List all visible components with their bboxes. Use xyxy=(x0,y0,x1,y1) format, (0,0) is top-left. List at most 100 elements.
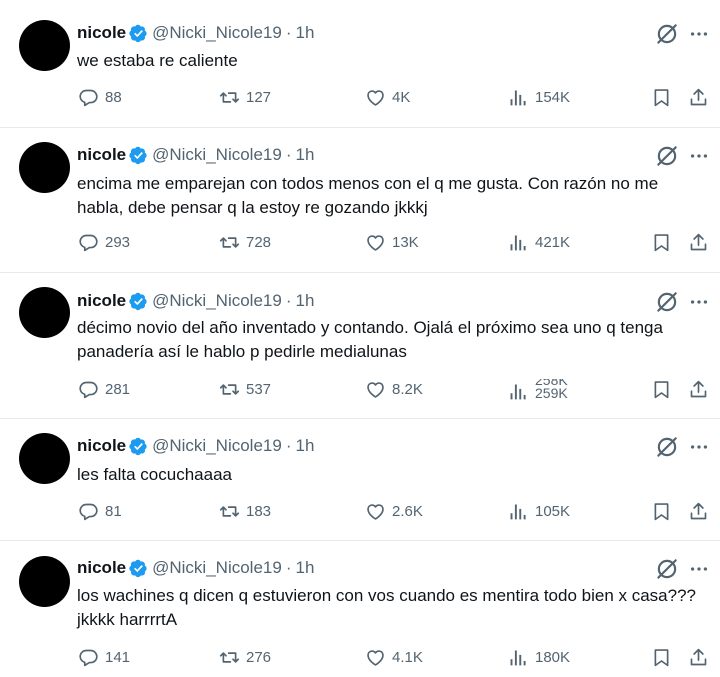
grok-icon[interactable] xyxy=(654,556,680,582)
author-name[interactable]: nicole xyxy=(77,558,126,578)
retweet-button[interactable]: 127 xyxy=(219,87,271,108)
reply-count: 293 xyxy=(105,234,131,251)
author-handle[interactable]: @Nicki_Nicole19 xyxy=(152,436,282,456)
timestamp[interactable]: 1h xyxy=(296,145,315,165)
views-button[interactable]: 421K xyxy=(508,232,570,253)
more-icon[interactable] xyxy=(688,436,710,458)
retweet-button[interactable]: 537 xyxy=(219,379,271,400)
verified-badge-icon xyxy=(129,146,147,164)
grok-icon[interactable] xyxy=(654,143,680,169)
author-name[interactable]: nicole xyxy=(77,291,126,311)
share-button[interactable] xyxy=(688,232,709,253)
action-bar: 88 127 4K 154K xyxy=(0,87,720,113)
separator-dot: · xyxy=(285,436,292,455)
tweet[interactable]: nicole @Nicki_Nicole19 · 1h décimo novio… xyxy=(0,273,720,419)
like-count: 4.1K xyxy=(392,649,423,666)
retweet-count: 728 xyxy=(246,234,272,251)
reply-button[interactable]: 141 xyxy=(78,647,130,668)
bookmark-icon xyxy=(654,503,669,521)
author-name[interactable]: nicole xyxy=(77,436,126,456)
author-handle[interactable]: @Nicki_Nicole19 xyxy=(152,291,282,311)
reply-button[interactable]: 281 xyxy=(78,379,130,400)
author-handle[interactable]: @Nicki_Nicole19 xyxy=(152,23,282,43)
views-icon xyxy=(510,504,526,520)
share-icon xyxy=(690,502,707,520)
tweet[interactable]: nicole @Nicki_Nicole19 · 1h los wachines… xyxy=(0,541,720,677)
reply-button[interactable]: 88 xyxy=(78,87,122,108)
grok-icon[interactable] xyxy=(654,289,680,315)
action-bar: 293 728 13K 421K xyxy=(0,232,720,258)
like-button[interactable]: 2.6K xyxy=(365,501,423,522)
bookmark-button[interactable] xyxy=(651,87,672,108)
bookmark-button[interactable] xyxy=(651,379,672,400)
share-button[interactable] xyxy=(688,379,709,400)
retweet-count: 183 xyxy=(246,503,272,520)
author-handle[interactable]: @Nicki_Nicole19 xyxy=(152,558,282,578)
bookmark-icon xyxy=(654,234,669,252)
retweet-button[interactable]: 183 xyxy=(219,501,271,522)
timestamp[interactable]: 1h xyxy=(296,291,315,311)
more-icon[interactable] xyxy=(688,145,710,167)
avatar[interactable] xyxy=(19,142,70,193)
timestamp[interactable]: 1h xyxy=(296,23,315,43)
views-button[interactable]: 258K 259K xyxy=(508,379,568,403)
reply-icon xyxy=(79,503,98,521)
more-icon[interactable] xyxy=(688,23,710,45)
bookmark-button[interactable] xyxy=(651,647,672,668)
views-icon xyxy=(510,235,526,251)
reply-icon xyxy=(79,381,98,399)
like-icon xyxy=(367,235,384,251)
author-name[interactable]: nicole xyxy=(77,23,126,43)
retweet-button[interactable]: 728 xyxy=(219,232,271,253)
views-count: 154K xyxy=(535,89,571,106)
timestamp[interactable]: 1h xyxy=(296,436,315,456)
verified-badge-icon xyxy=(129,559,147,577)
grok-icon[interactable] xyxy=(654,434,680,460)
grok-icon[interactable] xyxy=(654,21,680,47)
more-icon[interactable] xyxy=(688,558,710,580)
tweet[interactable]: nicole @Nicki_Nicole19 · 1h encima me em… xyxy=(0,128,720,273)
avatar[interactable] xyxy=(19,556,70,607)
reply-icon xyxy=(79,89,98,107)
separator-dot: · xyxy=(285,145,292,164)
bookmark-button[interactable] xyxy=(651,232,672,253)
avatar[interactable] xyxy=(19,433,70,484)
tweet-text: encima me emparejan con todos menos con … xyxy=(77,174,663,217)
avatar[interactable] xyxy=(19,20,70,71)
tweet-text: los wachines q dicen q estuvieron con vo… xyxy=(77,586,701,629)
tweet[interactable]: nicole @Nicki_Nicole19 · 1h les falta co… xyxy=(0,419,720,541)
like-button[interactable]: 4.1K xyxy=(365,647,423,668)
views-button[interactable]: 154K xyxy=(508,87,570,108)
views-button[interactable]: 180K xyxy=(508,647,570,668)
reply-count: 141 xyxy=(105,649,131,666)
bookmark-button[interactable] xyxy=(651,501,672,522)
more-icon[interactable] xyxy=(688,291,710,313)
share-button[interactable] xyxy=(688,647,709,668)
tweet-text: les falta cocuchaaaa xyxy=(77,465,232,484)
views-button[interactable]: 105K xyxy=(508,501,570,522)
like-count: 13K xyxy=(392,234,419,251)
like-button[interactable]: 8.2K xyxy=(365,379,423,400)
avatar[interactable] xyxy=(19,287,70,338)
reply-button[interactable]: 293 xyxy=(78,232,130,253)
retweet-count: 127 xyxy=(246,89,272,106)
reply-icon xyxy=(79,234,98,252)
verified-badge-icon xyxy=(129,292,147,310)
tweet-text: we estaba re caliente xyxy=(77,51,238,70)
like-button[interactable]: 4K xyxy=(365,87,410,108)
share-icon xyxy=(690,88,707,106)
tweet[interactable]: nicole @Nicki_Nicole19 · 1h we estaba re… xyxy=(0,0,720,128)
like-icon xyxy=(367,90,384,106)
views-count: 259K xyxy=(535,385,568,401)
author-name[interactable]: nicole xyxy=(77,145,126,165)
views-count: 421K xyxy=(535,234,571,251)
share-button[interactable] xyxy=(688,87,709,108)
like-button[interactable]: 13K xyxy=(365,232,419,253)
timestamp[interactable]: 1h xyxy=(296,558,315,578)
reply-button[interactable]: 81 xyxy=(78,501,122,522)
share-button[interactable] xyxy=(688,501,709,522)
action-bar: 141 276 4.1K 180K xyxy=(0,647,720,673)
author-handle[interactable]: @Nicki_Nicole19 xyxy=(152,145,282,165)
retweet-button[interactable]: 276 xyxy=(219,647,271,668)
views-count: 105K xyxy=(535,503,571,520)
